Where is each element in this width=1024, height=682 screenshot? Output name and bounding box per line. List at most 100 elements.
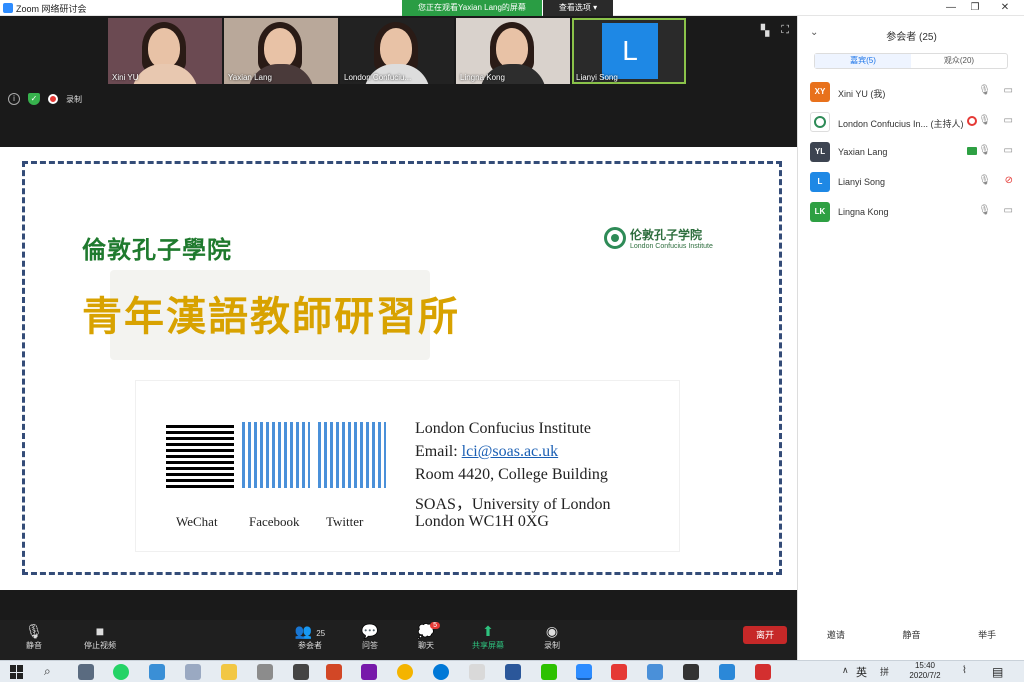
app-icon[interactable] [293,664,309,680]
logo-text-block: 伦敦孔子学院 London Confucius Institute [630,226,713,250]
pdf-reader-icon[interactable] [755,664,771,680]
close-button[interactable]: ✕ [990,1,1020,15]
paint-icon[interactable] [185,664,201,680]
search-icon[interactable]: ⌕ [44,664,51,679]
address-email-line: Email: lci@soas.ac.uk [415,443,558,461]
voice-recorder-icon[interactable] [257,664,273,680]
video-thumbnail[interactable]: Yaxian Lang [224,18,338,84]
logo-text-en: London Confucius Institute [630,243,713,250]
info-icon[interactable]: i [8,93,20,105]
mute-all-button[interactable]: 静音 [902,628,920,641]
window-title: Zoom 网络研讨会 [16,4,87,14]
participant-row[interactable]: L Lianyi Song 🎙 ⊘ [810,172,1015,192]
invite-button[interactable]: 邀请 [827,628,845,641]
avatar: L [810,172,830,192]
email-link[interactable]: lci@soas.ac.uk [462,443,558,460]
video-camera-icon[interactable]: ▭ [1004,205,1013,216]
tray-expand-icon[interactable]: ∧ [842,665,849,676]
stop-video-button[interactable]: ■ 停止视频 [70,622,130,651]
photos-icon[interactable] [149,664,165,680]
meeting-toolbar: 🎙 静音 ■ 停止视频 👥 25 参会者 💬 问答 💭 5 聊天 ⬆ 共享屏幕 … [0,620,797,660]
record-button[interactable]: ◉ 录制 [522,622,582,651]
participants-button[interactable]: 👥 25 参会者 [280,622,340,651]
input-language[interactable]: 英 [856,664,867,680]
view-layout-icon[interactable]: ▚ [761,24,769,37]
word-icon[interactable] [505,664,521,680]
todo-icon[interactable] [719,664,735,680]
tab-panelists[interactable]: 嘉宾(5) [815,54,911,68]
video-thumbnail[interactable]: Xini YU [108,18,222,84]
participants-panel: ⌄ 参会者 (25) 嘉宾(5) 观众(20) XY Xini YU (我) 🎙… [797,16,1024,660]
mute-label: 静音 [26,641,42,650]
task-view-icon[interactable] [78,664,94,680]
facebook-label: Facebook [249,514,300,529]
chat-badge: 5 [430,622,440,629]
clock-date: 2020/7/2 [909,671,941,680]
chrome-icon[interactable] [397,664,413,680]
video-thumbnail[interactable]: Lingna Kong [456,18,570,84]
fullscreen-icon[interactable]: ⛶ [781,24,789,37]
thumbnail-name: Lingna Kong [460,73,505,82]
participant-name: Yaxian Lang [838,147,888,157]
panel-title: 参会者 (25) [886,32,937,43]
chat-label: 聊天 [418,641,434,650]
qa-button[interactable]: 💬 问答 [340,622,400,651]
video-camera-icon[interactable]: ▭ [1004,115,1013,126]
view-controls: ▚ ⛶ [761,24,789,37]
tab-attendees[interactable]: 观众(20) [911,54,1007,68]
participant-row[interactable]: LK Lingna Kong 🎙 ▭ [810,202,1015,222]
screen-share-icon [967,147,977,155]
video-thumbnail[interactable]: London Confuciu... [340,18,454,84]
zoom-app-icon [3,3,13,13]
participant-row[interactable]: London Confucius In... (主持人) 🎙 ▭ [810,112,1015,132]
microphone-icon[interactable]: 🎙 [978,85,991,96]
windows-start-icon[interactable] [10,665,24,679]
share-screen-button[interactable]: ⬆ 共享屏幕 [458,622,518,651]
shield-icon[interactable]: ✓ [28,93,40,105]
video-camera-icon[interactable]: ▭ [1004,145,1013,156]
whatsapp-icon[interactable] [113,664,129,680]
taskbar-clock[interactable]: 15:40 2020/7/2 [902,661,948,681]
ime-indicator[interactable]: 拼 [880,665,889,678]
video-off-icon[interactable]: ⊘ [1005,175,1013,186]
share-screen-icon: ⬆ [482,623,494,639]
sticky-notes-icon[interactable] [683,664,699,680]
video-thumbnail-active-speaker[interactable]: L Lianyi Song [572,18,686,84]
view-options-button[interactable]: 查看选项 ▾ [543,0,613,16]
participant-row[interactable]: YL Yaxian Lang 🎙 ▭ [810,142,1015,162]
network-icon[interactable]: ⌇ [962,665,967,676]
avatar: LK [810,202,830,222]
record-button-label: 录制 [544,641,560,650]
notification-icon[interactable]: ▤ [992,665,1003,679]
microphone-icon[interactable]: 🎙 [978,175,991,186]
video-camera-icon[interactable]: ▭ [1004,85,1013,96]
wechat-icon[interactable] [541,664,557,680]
snipping-tool-icon[interactable] [469,664,485,680]
address-line-4: SOAS，University of London [415,496,611,513]
microphone-icon[interactable]: 🎙 [978,115,991,126]
mute-button[interactable]: 🎙 静音 [4,622,64,651]
restore-button[interactable]: ❐ [960,1,990,15]
raise-hand-button[interactable]: 举手 [978,628,996,641]
address-line-3: Room 4420, College Building [415,466,608,483]
chat-button[interactable]: 💭 5 聊天 [396,622,456,651]
participant-row[interactable]: XY Xini YU (我) 🎙 ▭ [810,82,1015,102]
clock-time: 15:40 [914,661,936,670]
zoom-taskbar-icon[interactable] [576,664,592,680]
edge-icon[interactable] [433,664,449,680]
record-icon [967,116,977,126]
powerpoint-icon[interactable] [326,664,342,680]
app-icon[interactable] [611,664,627,680]
leave-button[interactable]: 离开 [743,626,787,644]
avatar: XY [810,82,830,102]
windows-taskbar: ⌕ ∧ 英 拼 15:40 2020/7/2 ⌇ ▤ [0,660,1024,682]
microphone-icon[interactable]: 🎙 [978,205,991,216]
chat-icon: 💭 [417,623,435,639]
contacts-icon[interactable] [647,664,663,680]
onenote-icon[interactable] [361,664,377,680]
file-explorer-icon[interactable] [221,664,237,680]
microphone-icon[interactable]: 🎙 [978,145,991,156]
qa-label: 问答 [362,641,378,650]
avatar [810,112,830,132]
record-button-icon: ◉ [545,623,559,639]
